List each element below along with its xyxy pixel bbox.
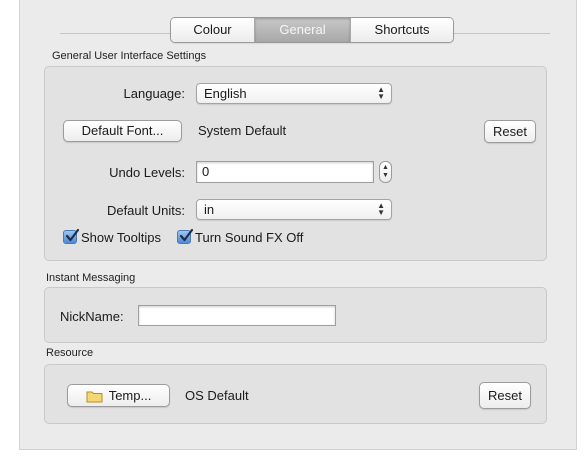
default-units-label: Default Units: xyxy=(106,203,185,218)
nickname-label: NickName: xyxy=(60,309,124,324)
tab-general[interactable]: General xyxy=(255,18,351,42)
temp-folder-button[interactable]: Temp... xyxy=(67,384,170,407)
stepper-down-icon: ▼ xyxy=(382,172,389,179)
language-select[interactable]: English ▲ ▼ xyxy=(196,83,392,104)
show-tooltips-label[interactable]: Show Tooltips xyxy=(81,230,161,245)
temp-folder-value: OS Default xyxy=(185,388,249,403)
resource-reset-button[interactable]: Reset xyxy=(479,382,531,409)
checkmark-icon xyxy=(65,229,79,242)
resource-section-title: Resource xyxy=(46,347,94,359)
nickname-input[interactable] xyxy=(138,305,336,326)
select-arrows-icon: ▲ ▼ xyxy=(377,85,385,101)
preferences-window: Colour General Shortcuts General User In… xyxy=(19,0,577,450)
default-units-select-value: in xyxy=(204,202,215,217)
undo-levels-input[interactable]: 0 xyxy=(196,161,374,183)
general-ui-section-title: General User Interface Settings xyxy=(52,50,207,62)
show-tooltips-checkbox[interactable] xyxy=(63,229,79,244)
sound-fx-label[interactable]: Turn Sound FX Off xyxy=(195,230,303,245)
language-select-value: English xyxy=(204,86,247,101)
tab-bar: Colour General Shortcuts xyxy=(170,17,454,43)
default-units-select[interactable]: in ▲ ▼ xyxy=(196,199,392,220)
font-reset-button[interactable]: Reset xyxy=(484,120,536,143)
select-arrows-icon: ▲ ▼ xyxy=(377,201,385,217)
sound-fx-checkbox[interactable] xyxy=(177,229,193,244)
folder-icon xyxy=(86,391,103,403)
instant-messaging-section-title: Instant Messaging xyxy=(46,272,136,284)
default-font-button[interactable]: Default Font... xyxy=(63,120,182,142)
language-label: Language: xyxy=(123,86,185,101)
tab-colour[interactable]: Colour xyxy=(171,18,255,42)
undo-levels-stepper[interactable]: ▲ ▼ xyxy=(379,161,392,183)
default-font-value: System Default xyxy=(198,123,287,138)
checkmark-icon xyxy=(179,229,193,242)
tab-shortcuts[interactable]: Shortcuts xyxy=(351,18,453,42)
undo-levels-label: Undo Levels: xyxy=(109,165,185,180)
stepper-up-icon: ▲ xyxy=(382,164,389,171)
temp-folder-label: Temp... xyxy=(108,388,152,403)
